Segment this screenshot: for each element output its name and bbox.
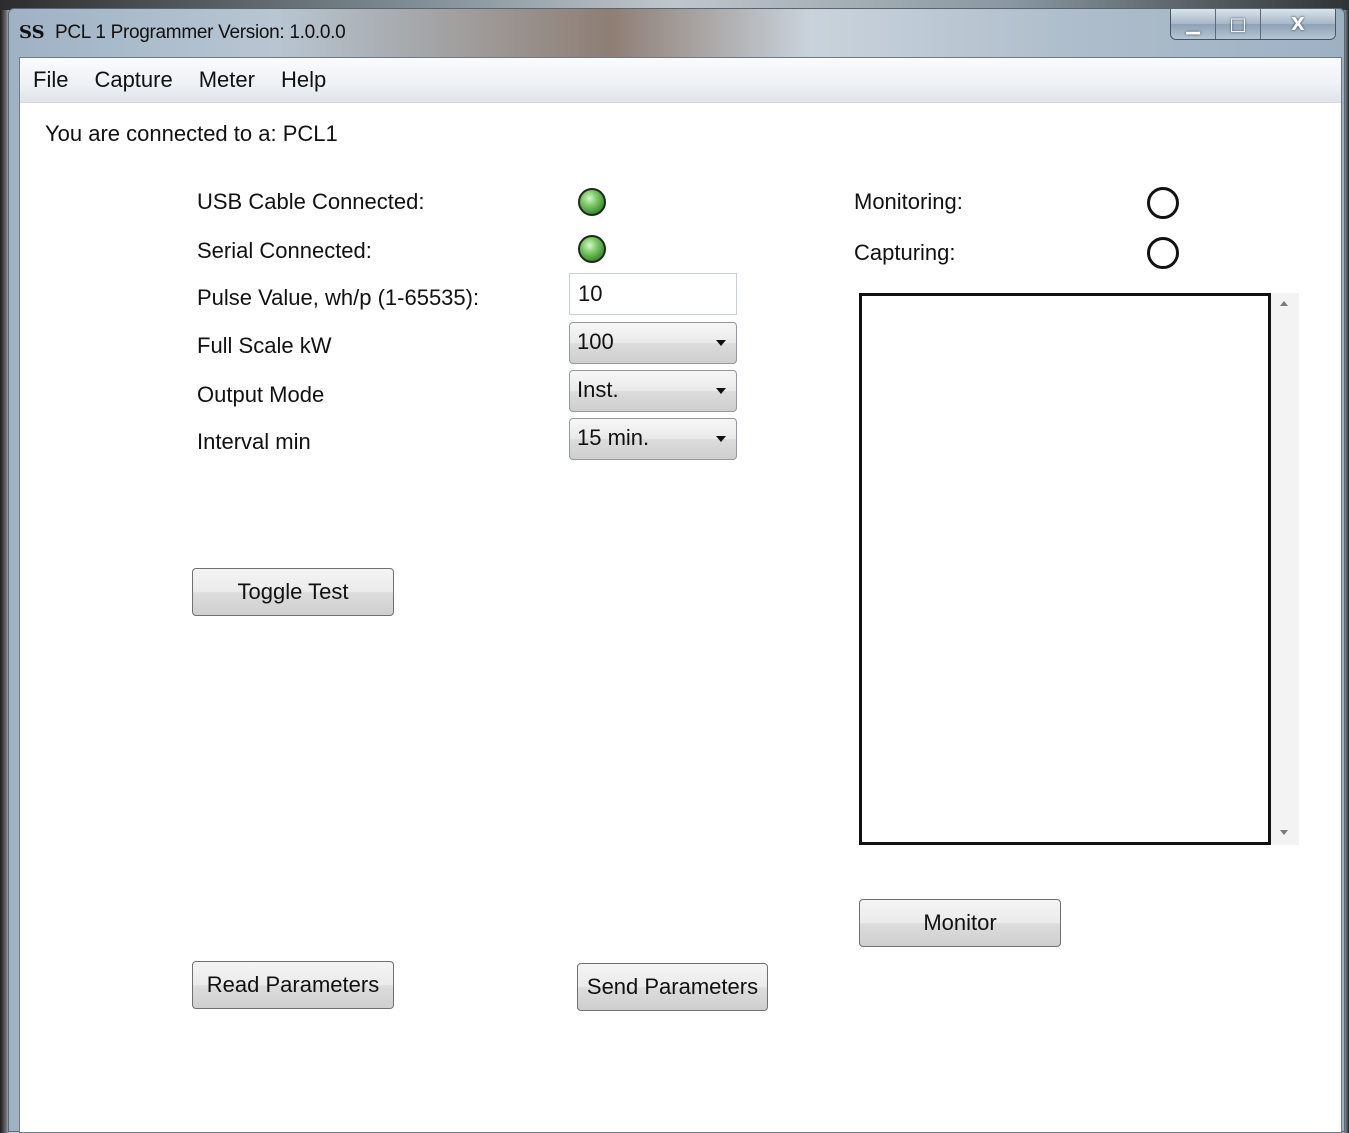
menu-help[interactable]: Help	[268, 67, 339, 93]
close-icon: X	[1291, 13, 1305, 35]
output-mode-label: Output Mode	[197, 382, 325, 407]
client-area: File Capture Meter Help You are connecte…	[19, 57, 1342, 1133]
output-mode-select[interactable]: Inst.	[569, 370, 737, 412]
monitoring-status-indicator	[1147, 187, 1179, 219]
connection-status-text: You are connected to a: PCL1	[45, 121, 338, 146]
title-bar[interactable]: SS PCL 1 Programmer Version: 1.0.0.0 ▁ □…	[9, 9, 1344, 57]
window-title: PCL 1 Programmer Version: 1.0.0.0	[55, 22, 346, 43]
full-scale-label: Full Scale kW	[197, 333, 332, 358]
maximize-button[interactable]: □	[1216, 9, 1261, 39]
menu-capture[interactable]: Capture	[81, 67, 185, 93]
capturing-label: Capturing:	[854, 240, 956, 265]
full-scale-value: 100	[577, 329, 614, 354]
send-parameters-button[interactable]: Send Parameters	[577, 963, 768, 1011]
menu-meter[interactable]: Meter	[186, 67, 268, 93]
capture-listbox[interactable]	[859, 293, 1271, 845]
interval-label: Interval min	[197, 429, 311, 454]
toggle-test-button[interactable]: Toggle Test	[192, 568, 394, 616]
scroll-down-icon[interactable]	[1280, 830, 1288, 835]
pulse-value-input[interactable]: 10	[569, 273, 737, 315]
output-mode-value: Inst.	[577, 377, 619, 402]
app-icon: SS	[19, 22, 45, 43]
listbox-scrollbar[interactable]	[1271, 293, 1299, 845]
interval-value: 15 min.	[577, 425, 650, 450]
chevron-down-icon	[716, 436, 726, 442]
menu-file[interactable]: File	[20, 67, 81, 93]
read-parameters-button[interactable]: Read Parameters	[192, 961, 394, 1009]
pulse-value-label: Pulse Value, wh/p (1-65535):	[197, 285, 480, 310]
menu-bar: File Capture Meter Help	[20, 58, 1341, 103]
minimize-button[interactable]: ▁	[1171, 9, 1216, 39]
maximize-icon: □	[1229, 13, 1247, 35]
serial-status-led	[578, 235, 606, 263]
capturing-status-indicator	[1147, 237, 1179, 269]
monitor-button[interactable]: Monitor	[859, 899, 1061, 947]
full-scale-select[interactable]: 100	[569, 322, 737, 364]
close-button[interactable]: X	[1261, 9, 1335, 39]
chevron-down-icon	[716, 340, 726, 346]
scroll-up-icon[interactable]	[1280, 301, 1288, 306]
usb-status-led	[578, 188, 606, 216]
chevron-down-icon	[716, 388, 726, 394]
minimize-icon: ▁	[1186, 13, 1200, 35]
monitoring-label: Monitoring:	[854, 189, 963, 214]
caption-buttons: ▁ □ X	[1170, 9, 1336, 40]
interval-select[interactable]: 15 min.	[569, 418, 737, 460]
app-window: SS PCL 1 Programmer Version: 1.0.0.0 ▁ □…	[8, 8, 1345, 1133]
serial-connected-label: Serial Connected:	[197, 238, 372, 263]
usb-connected-label: USB Cable Connected:	[197, 189, 425, 214]
